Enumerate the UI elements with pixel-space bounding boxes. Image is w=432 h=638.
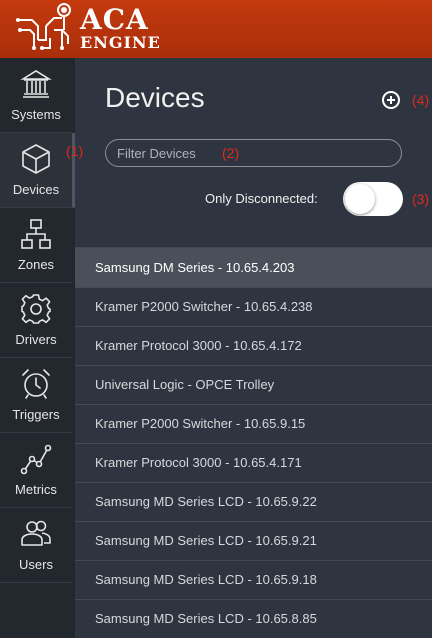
only-disconnected-label: Only Disconnected:	[205, 191, 318, 206]
annotation-label: (2)	[222, 145, 240, 161]
sidebar-item-drivers[interactable]: Drivers	[0, 283, 72, 358]
sidebar-item-triggers[interactable]: Triggers	[0, 358, 72, 433]
sidebar-item-label: Drivers	[15, 332, 57, 347]
add-device-button[interactable]	[382, 91, 400, 109]
circuit-logo-icon	[16, 3, 71, 50]
only-disconnected-toggle[interactable]	[343, 182, 403, 216]
sidebar-nav: Systems Devices Zones Drivers Triggers M…	[0, 58, 75, 638]
annotation-label: (4)	[412, 92, 430, 108]
device-list: Samsung DM Series - 10.65.4.203 Kramer P…	[75, 247, 432, 638]
bank-icon	[20, 70, 52, 98]
sidebar-item-label: Triggers	[12, 407, 60, 422]
cube-icon	[22, 144, 50, 174]
gear-icon	[21, 294, 51, 324]
device-row[interactable]: Kramer P2000 Switcher - 10.65.4.238	[75, 287, 432, 326]
sidebar-item-label: Devices	[12, 182, 60, 197]
plus-icon	[387, 96, 395, 104]
alarm-clock-icon	[22, 369, 50, 399]
sidebar-item-label: Metrics	[15, 482, 57, 497]
toggle-knob	[345, 184, 375, 214]
sidebar-item-label: Systems	[11, 107, 61, 122]
sidebar-item-zones[interactable]: Zones	[0, 208, 72, 283]
hierarchy-icon	[21, 219, 51, 249]
device-row[interactable]: Samsung MD Series LCD - 10.65.9.21	[75, 521, 432, 560]
line-graph-icon	[20, 444, 52, 475]
annotation-label: (3)	[412, 191, 430, 207]
device-row[interactable]: Samsung DM Series - 10.65.4.203	[75, 247, 432, 287]
device-row[interactable]: Samsung MD Series LCD - 10.65.8.85	[75, 599, 432, 638]
sidebar-item-label: Users	[19, 557, 53, 572]
filter-devices-input[interactable]	[105, 139, 402, 167]
page-title: Devices	[105, 82, 205, 113]
sidebar-item-users[interactable]: Users	[0, 508, 72, 583]
device-row[interactable]: Kramer Protocol 3000 - 10.65.4.171	[75, 443, 432, 482]
logo-subtitle: ENGINE	[80, 33, 161, 52]
logo-title: ACA	[80, 3, 149, 36]
sidebar-item-label: Zones	[17, 257, 55, 272]
main-panel: Devices (4) (2) Only Disconnected: (3) S…	[75, 58, 432, 638]
device-row[interactable]: Samsung MD Series LCD - 10.65.9.18	[75, 560, 432, 599]
users-icon	[21, 520, 51, 546]
device-row[interactable]: Universal Logic - OPCE Trolley	[75, 365, 432, 404]
device-row[interactable]: Samsung MD Series LCD - 10.65.9.22	[75, 482, 432, 521]
app-header: ACA ENGINE	[0, 0, 432, 58]
sidebar-item-devices[interactable]: Devices	[0, 133, 75, 208]
device-row[interactable]: Kramer P2000 Switcher - 10.65.9.15	[75, 404, 432, 443]
sidebar-item-systems[interactable]: Systems	[0, 58, 72, 133]
annotation-label: (1)	[66, 143, 84, 159]
device-row[interactable]: Kramer Protocol 3000 - 10.65.4.172	[75, 326, 432, 365]
sidebar-item-metrics[interactable]: Metrics	[0, 433, 72, 508]
